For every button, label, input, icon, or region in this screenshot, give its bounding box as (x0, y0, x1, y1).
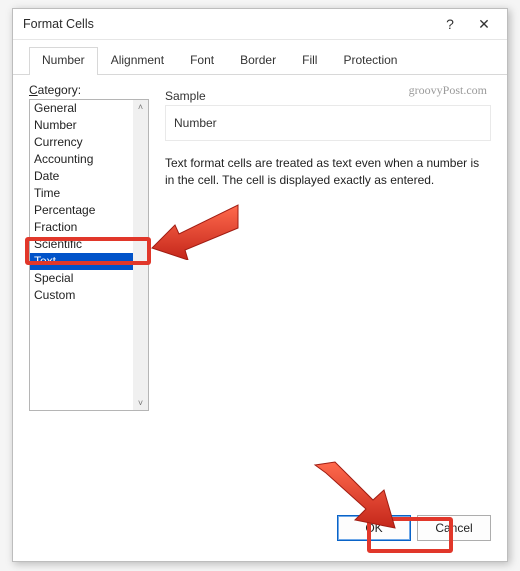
dialog-body: Category: General Number Currency Accoun… (13, 75, 507, 505)
tab-alignment[interactable]: Alignment (98, 47, 177, 75)
scroll-up-icon[interactable]: ˄ (138, 102, 143, 112)
cancel-button[interactable]: Cancel (417, 515, 491, 541)
ok-button[interactable]: OK (337, 515, 411, 541)
category-item-special[interactable]: Special (30, 270, 133, 287)
detail-panel: groovyPost.com Sample Number Text format… (149, 83, 491, 505)
category-item-custom[interactable]: Custom (30, 287, 133, 304)
category-item-general[interactable]: General (30, 100, 133, 117)
watermark: groovyPost.com (409, 83, 487, 98)
tab-protection[interactable]: Protection (330, 47, 410, 75)
category-item-percentage[interactable]: Percentage (30, 202, 133, 219)
sample-box: Number (165, 105, 491, 141)
scroll-down-icon[interactable]: ˅ (138, 398, 143, 408)
tab-fill[interactable]: Fill (289, 47, 330, 75)
category-item-accounting[interactable]: Accounting (30, 151, 133, 168)
listbox-scrollbar[interactable]: ˄ ˅ (133, 100, 148, 410)
tab-font[interactable]: Font (177, 47, 227, 75)
category-item-number[interactable]: Number (30, 117, 133, 134)
help-button[interactable]: ? (433, 11, 467, 37)
tab-border[interactable]: Border (227, 47, 289, 75)
category-item-time[interactable]: Time (30, 185, 133, 202)
sample-value: Number (174, 116, 217, 130)
category-panel: Category: General Number Currency Accoun… (29, 83, 149, 505)
titlebar: Format Cells ? ✕ (13, 9, 507, 40)
close-button[interactable]: ✕ (467, 11, 501, 37)
tab-number[interactable]: Number (29, 47, 98, 75)
category-item-fraction[interactable]: Fraction (30, 219, 133, 236)
category-item-text[interactable]: Text (30, 253, 133, 270)
category-listbox[interactable]: General Number Currency Accounting Date … (29, 99, 149, 411)
category-item-scientific[interactable]: Scientific (30, 236, 133, 253)
dialog-footer: OK Cancel (13, 505, 507, 561)
dialog-title: Format Cells (23, 17, 433, 31)
category-items: General Number Currency Accounting Date … (30, 100, 133, 410)
category-item-currency[interactable]: Currency (30, 134, 133, 151)
category-item-date[interactable]: Date (30, 168, 133, 185)
category-label: Category: (29, 83, 149, 97)
format-cells-dialog: Format Cells ? ✕ Number Alignment Font B… (12, 8, 508, 562)
tab-strip: Number Alignment Font Border Fill Protec… (13, 40, 507, 75)
category-description: Text format cells are treated as text ev… (165, 155, 491, 190)
